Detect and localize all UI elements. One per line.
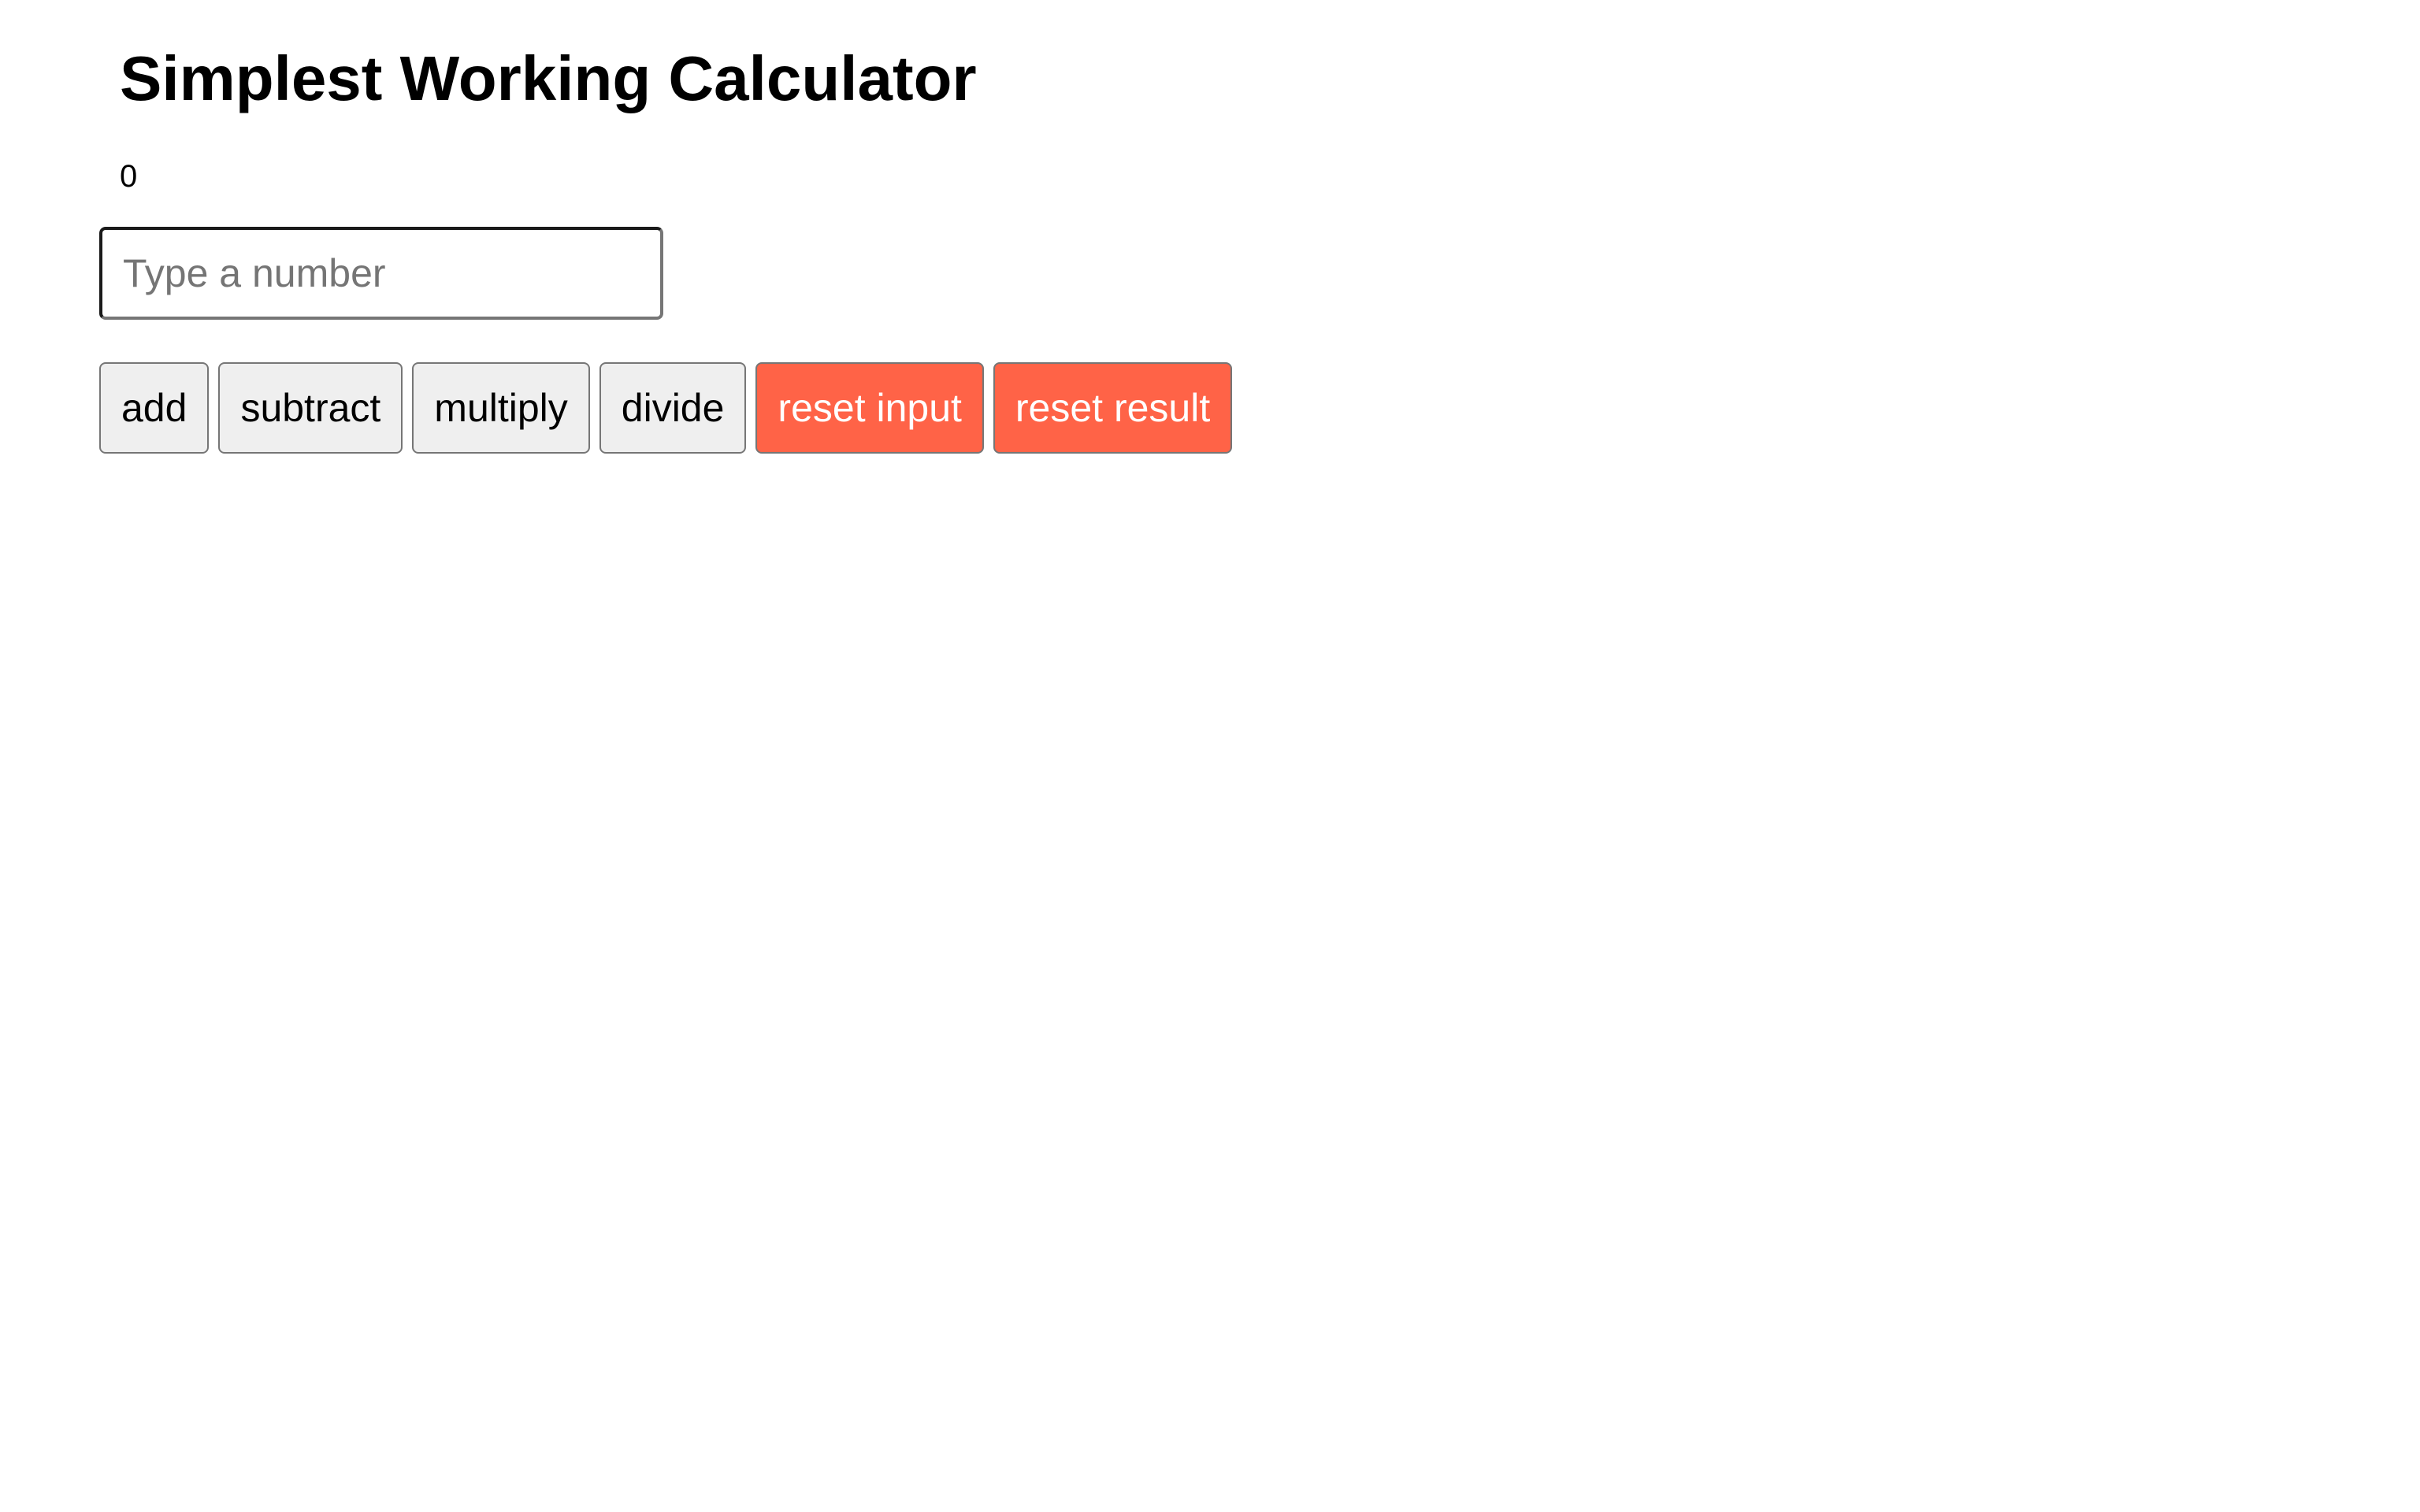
number-input[interactable] <box>99 227 663 320</box>
subtract-button[interactable]: subtract <box>218 362 403 454</box>
divide-button[interactable]: divide <box>599 362 747 454</box>
result-display: 0 <box>120 159 138 194</box>
reset-input-button[interactable]: reset input <box>755 362 984 454</box>
add-button[interactable]: add <box>99 362 210 454</box>
calculator-page: Simplest Working Calculator 0 add subtra… <box>0 0 2420 1512</box>
page-title: Simplest Working Calculator <box>120 43 977 113</box>
operation-buttons: add subtract multiply divide reset input… <box>99 362 1233 454</box>
reset-result-button[interactable]: reset result <box>993 362 1233 454</box>
multiply-button[interactable]: multiply <box>412 362 590 454</box>
